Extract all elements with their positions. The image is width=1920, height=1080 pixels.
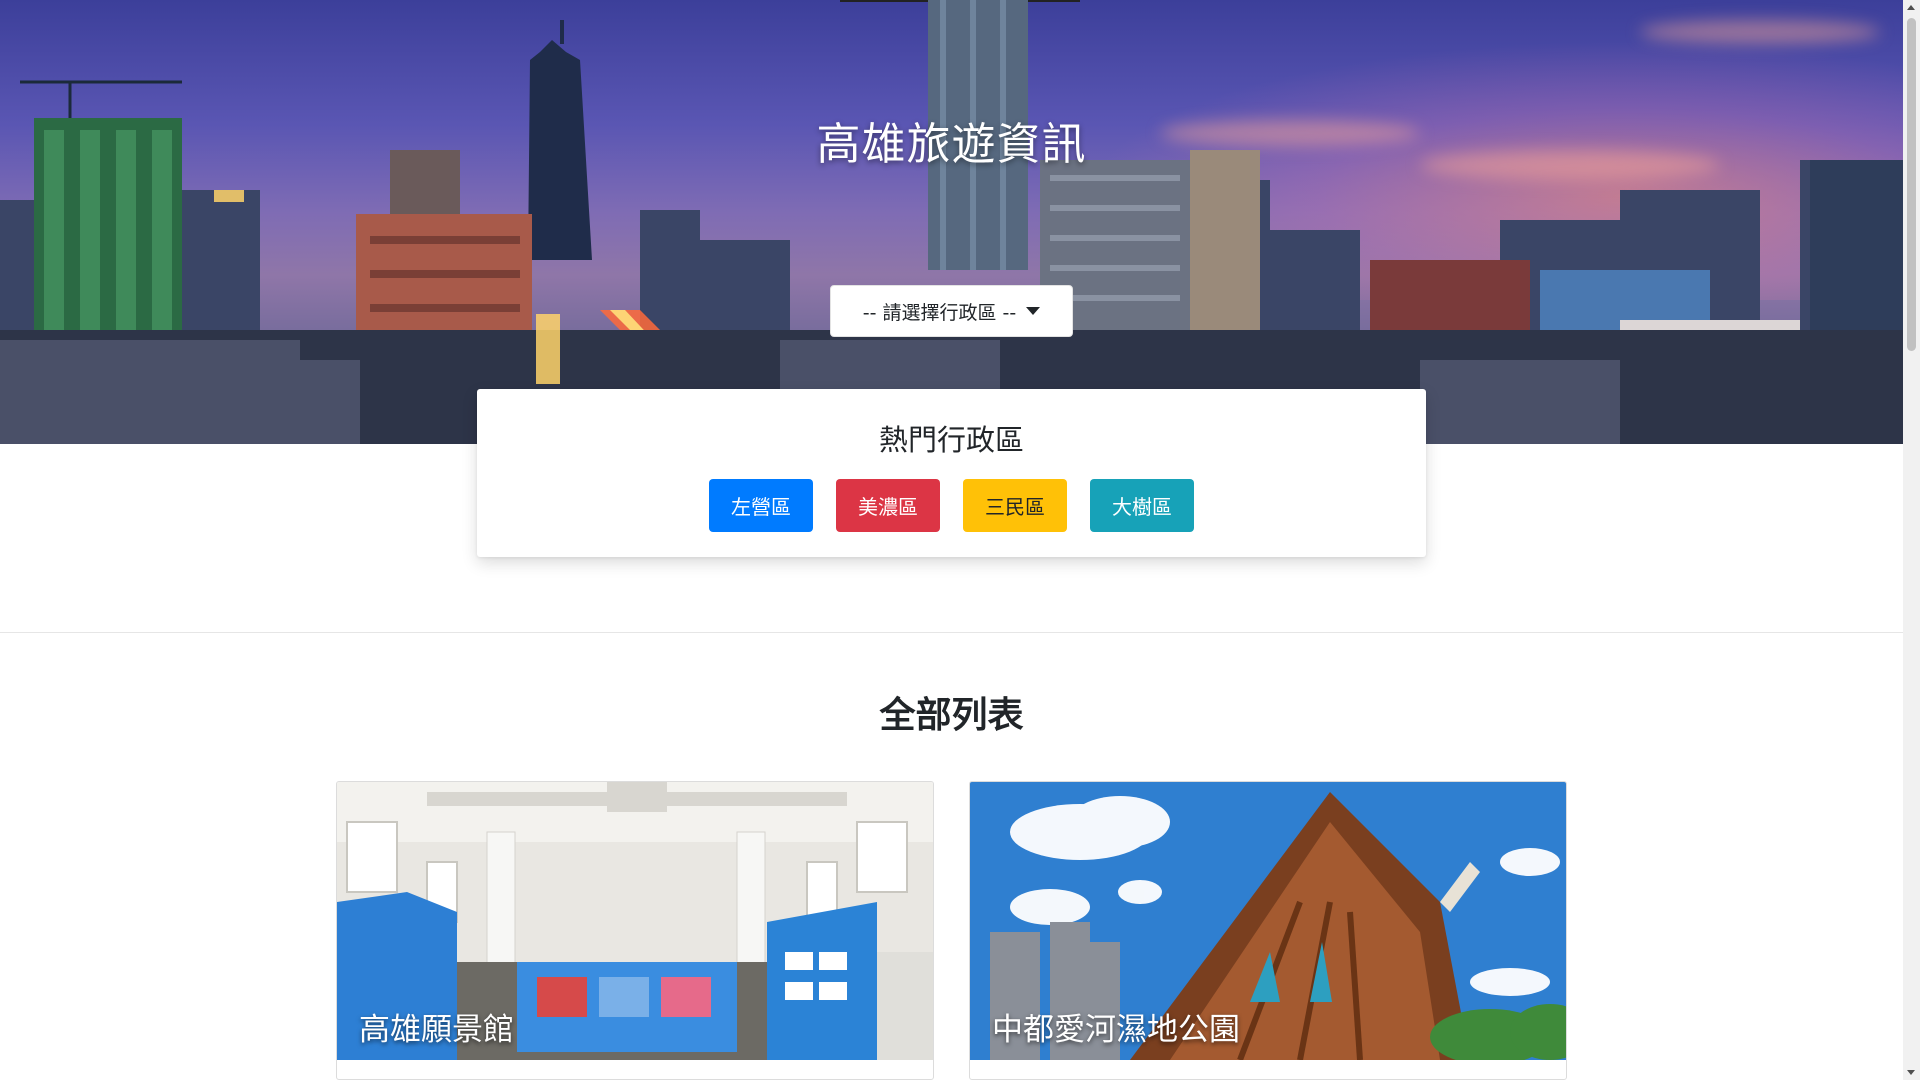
hero-banner: 高雄旅遊資訊 -- 請選擇行政區 --	[0, 0, 1903, 444]
district-button-sanmin[interactable]: 三民區	[963, 479, 1067, 532]
vertical-scrollbar[interactable]	[1903, 0, 1920, 1080]
attraction-name: 高雄願景館	[359, 1012, 514, 1048]
city-skyline-image	[0, 0, 1903, 444]
district-button-dashu[interactable]: 大樹區	[1090, 479, 1194, 532]
caret-down-icon	[1026, 307, 1041, 315]
page-title: 高雄旅遊資訊	[816, 119, 1087, 170]
scroll-down-arrow-icon[interactable]	[1907, 1070, 1915, 1075]
district-select-label: -- 請選擇行政區 --	[862, 301, 1017, 324]
all-list-title: 全部列表	[879, 695, 1024, 736]
attraction-card[interactable]: 中都愛河濕地公園	[969, 781, 1567, 1080]
district-button-meinong[interactable]: 美濃區	[836, 479, 940, 532]
district-select-dropdown[interactable]: -- 請選擇行政區 --	[830, 285, 1073, 337]
popular-districts-title: 熱門行政區	[878, 423, 1024, 457]
scroll-up-arrow-icon[interactable]	[1907, 5, 1915, 10]
popular-districts-buttons: 左營區 美濃區 三民區 大樹區	[477, 479, 1426, 532]
scrollbar-thumb[interactable]	[1907, 18, 1916, 351]
attraction-name: 中都愛河濕地公園	[992, 1012, 1240, 1048]
section-divider	[0, 632, 1903, 633]
popular-districts-card: 熱門行政區 左營區 美濃區 三民區 大樹區	[477, 389, 1426, 557]
district-button-zuoying[interactable]: 左營區	[709, 479, 813, 532]
attraction-card[interactable]: 高雄願景館	[336, 781, 934, 1080]
